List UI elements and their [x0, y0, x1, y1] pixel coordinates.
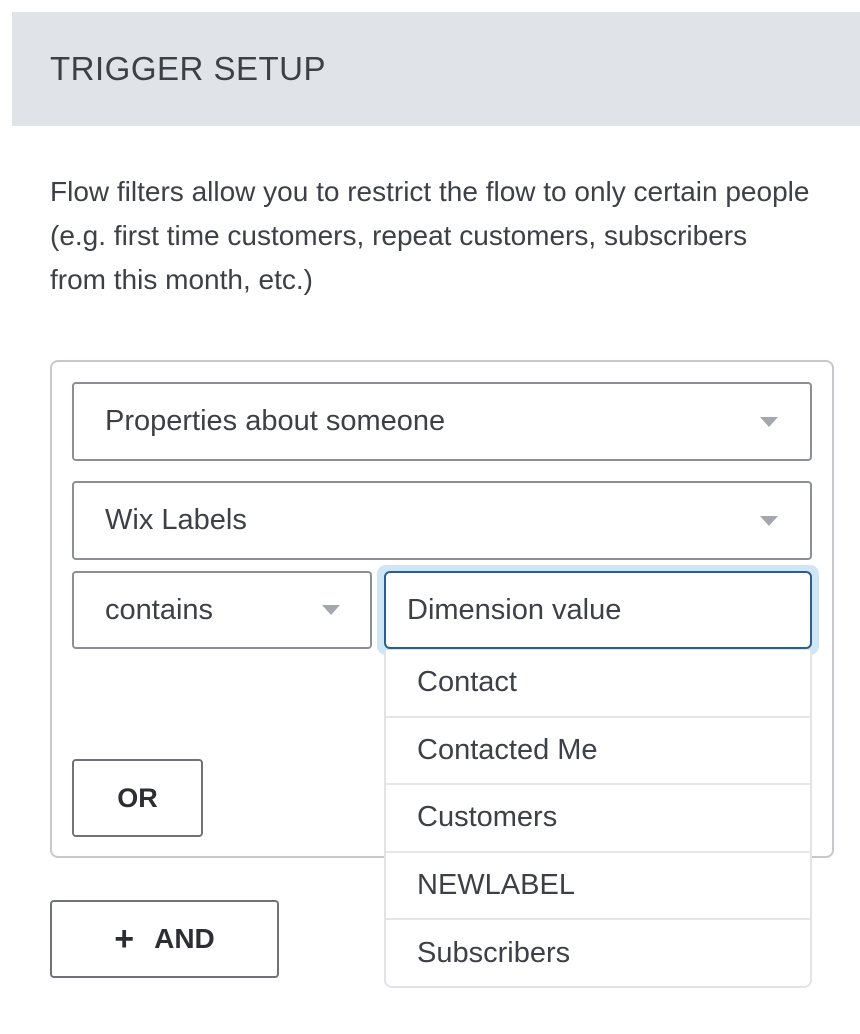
caret-down-icon [760, 416, 778, 427]
dropdown-option[interactable]: Customers [386, 785, 810, 853]
dropdown-option[interactable]: Subscribers [386, 920, 810, 986]
condition-type-value: Properties about someone [105, 405, 446, 437]
dropdown-option[interactable]: Contact [386, 650, 810, 718]
and-button-label: AND [154, 923, 215, 954]
or-button[interactable]: OR [72, 759, 203, 837]
dimension-value: Wix Labels [105, 504, 247, 536]
caret-down-icon [322, 605, 340, 615]
section-title: TRIGGER SETUP [50, 50, 327, 87]
dropdown-option[interactable]: Contacted Me [386, 718, 810, 785]
caret-down-icon [760, 515, 778, 526]
operator-value: contains [105, 593, 214, 626]
dimension-select[interactable]: Wix Labels [72, 481, 812, 560]
dimension-value-input[interactable] [384, 571, 812, 649]
value-options-dropdown: Contact Contacted Me Customers NEWLABEL … [384, 650, 812, 988]
plus-icon: + [114, 920, 135, 958]
condition-type-select[interactable]: Properties about someone [72, 382, 812, 461]
dropdown-option[interactable]: NEWLABEL [386, 853, 810, 920]
trigger-setup-panel: TRIGGER SETUP Flow filters allow you to … [0, 0, 860, 1034]
add-and-condition-button[interactable]: + AND [50, 900, 279, 978]
flow-filter-description: Flow filters allow you to restrict the f… [50, 176, 810, 295]
section-header: TRIGGER SETUP [12, 12, 860, 126]
operator-select[interactable]: contains [72, 571, 372, 649]
